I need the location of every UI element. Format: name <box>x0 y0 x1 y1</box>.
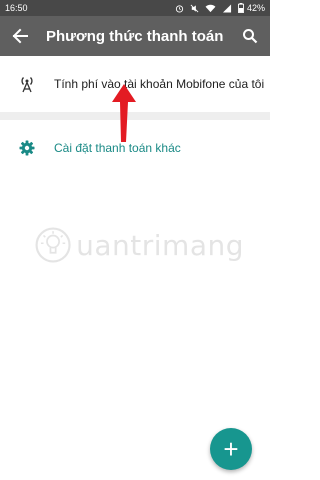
add-button[interactable]: + <box>210 428 252 470</box>
plus-icon: + <box>223 434 239 464</box>
wifi-icon <box>205 4 216 12</box>
annotation-arrow <box>112 84 136 142</box>
watermark-text: uantrimang <box>76 228 244 262</box>
watermark: uantrimang <box>34 222 244 268</box>
payment-method-label: Tính phí vào tài khoản Mobifone của tôi <box>54 77 265 91</box>
search-icon <box>243 29 258 44</box>
arrow-left-icon <box>12 28 28 44</box>
mute-icon <box>190 4 199 12</box>
app-bar: Phương thức thanh toán <box>0 16 270 56</box>
status-icons: 42% <box>175 3 265 13</box>
search-button[interactable] <box>230 16 270 56</box>
status-bar: 16:50 42% <box>0 0 270 16</box>
back-button[interactable] <box>0 16 40 56</box>
battery-level: 42% <box>246 3 265 13</box>
gear-icon <box>0 120 54 176</box>
signal-icon <box>222 3 232 13</box>
alarm-icon <box>175 4 184 13</box>
battery: 42% <box>238 3 265 13</box>
status-time: 16:50 <box>5 3 28 13</box>
antenna-icon <box>0 56 54 112</box>
page-title: Phương thức thanh toán <box>46 27 224 45</box>
lightbulb-logo <box>35 227 71 263</box>
battery-icon <box>238 3 244 13</box>
